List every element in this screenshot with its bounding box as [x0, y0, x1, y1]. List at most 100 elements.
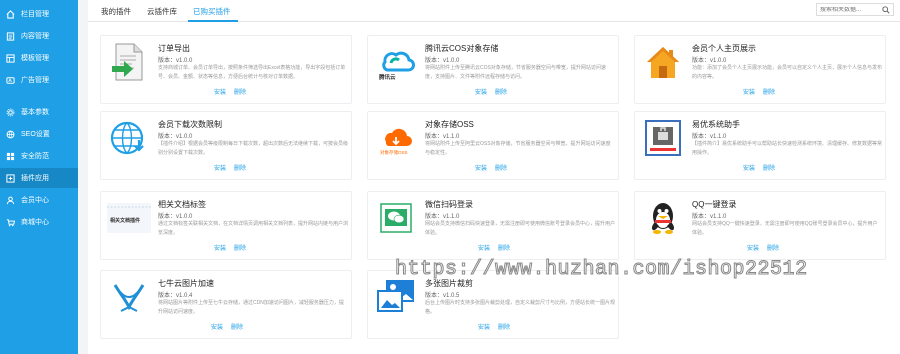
delete-button[interactable]: 删除	[763, 87, 775, 96]
sidebar-item-shop[interactable]: 商城中心	[0, 212, 78, 232]
ad-icon	[6, 76, 15, 85]
sidebar-item-members[interactable]: 会员中心	[0, 190, 78, 210]
sidebar-item-basic-params[interactable]: 基本参数	[0, 102, 78, 122]
plugin-card: 易优系统助手 版本：v1.1.0 【插件简介】易优系统助手可以帮助站长快速检测系…	[634, 111, 886, 180]
plugin-version: 版本：v1.1.0	[425, 134, 460, 140]
icon-caption: 腾讯云	[379, 75, 396, 81]
plugin-version: 版本：v1.0.5	[425, 293, 460, 299]
plugin-actions: 安装 删除	[743, 87, 775, 96]
plugin-title: 腾讯云COS对象存储	[425, 44, 499, 53]
export-doc-icon	[107, 40, 151, 84]
install-button[interactable]: 安装	[214, 243, 226, 252]
delete-button[interactable]: 删除	[495, 87, 507, 96]
sidebar-item-ads[interactable]: 广告管理	[0, 70, 78, 90]
install-button[interactable]: 安装	[743, 87, 755, 96]
sidebar: 栏目管理 内容管理 模板管理 广告管理 基本参数 SEO设置 安全防范 插件应用…	[0, 0, 78, 354]
tab-bar: 我的插件 云插件库 已购买插件	[88, 0, 900, 22]
plugin-description: 功能：添加了会员个人主页展示功能，会员可以自定义个人主页，展示个人信息与发布的内…	[692, 65, 882, 80]
install-button[interactable]: 安装	[475, 87, 487, 96]
plugin-version: 版本：v1.1.0	[692, 134, 727, 140]
plugin-card: 多张图片裁剪 版本：v1.0.5 后台上传图片时支持多张图片裁剪处理，自定义裁剪…	[367, 270, 619, 339]
template-icon	[6, 53, 15, 63]
plugin-title: 对象存储OSS	[425, 120, 474, 129]
search-input[interactable]	[820, 6, 882, 13]
plugin-version: 版本：v1.0.0	[158, 58, 193, 64]
sidebar-item-label: 商城中心	[21, 219, 49, 226]
delete-button[interactable]: 删除	[763, 163, 775, 172]
plugin-description: 支持商城订单、会员订单导出，按照条件筛选导出Excel表格功能，导出字段包括订单…	[158, 65, 346, 80]
delete-button[interactable]: 删除	[498, 322, 510, 331]
home-house-icon	[641, 40, 685, 84]
plugin-actions: 安装 删除	[743, 163, 775, 172]
plugin-title: QQ一键登录	[692, 200, 737, 209]
sidebar-item-label: 栏目管理	[21, 11, 49, 18]
image-crop-icon	[374, 275, 418, 319]
tab-my-plugins[interactable]: 我的插件	[101, 6, 131, 17]
plugin-description: 后台上传图片时支持多张图片裁剪处理，自定义裁剪尺寸与比例，方便站长统一图片规格。	[425, 300, 615, 315]
sidebar-item-templates[interactable]: 模板管理	[0, 48, 78, 68]
tencent-cloud-icon: 腾讯云	[374, 40, 418, 84]
plugin-card: QQ一键登录 版本：v1.1.0 网站会员支持QQ一键快速登录，无需注册即可使用…	[634, 191, 886, 260]
plugin-actions: 安装 删除	[214, 87, 246, 96]
related-tags-icon: 相关文档插件	[107, 196, 151, 240]
install-button[interactable]: 安装	[747, 243, 759, 252]
delete-button[interactable]: 删除	[234, 243, 246, 252]
delete-button[interactable]: 删除	[495, 163, 507, 172]
aliyun-oss-icon: 对象存储OSS	[374, 116, 418, 160]
delete-button[interactable]: 删除	[231, 322, 243, 331]
plugin-actions: 安装 删除	[211, 322, 243, 331]
install-button[interactable]: 安装	[214, 163, 226, 172]
sidebar-item-label: 广告管理	[21, 77, 49, 84]
home-icon	[6, 9, 15, 19]
sidebar-item-seo[interactable]: SEO设置	[0, 124, 78, 144]
plugin-card: 微信扫码登录 版本：v1.1.0 网站会员支持微信扫码快速登录，无需注册即可使用…	[367, 191, 619, 260]
plugin-description: 通过文档标签关联相关文档，在文档详情页调用相关文档列表，提升网站内链与用户浏览深…	[158, 221, 348, 236]
plugin-actions: 安装 删除	[214, 163, 246, 172]
plugin-description: 网站会员支持微信扫码快速登录，无需注册即可使用微信账号登录会员中心，提升用户体验…	[425, 221, 615, 236]
install-button[interactable]: 安装	[743, 163, 755, 172]
sidebar-item-columns[interactable]: 栏目管理	[0, 4, 78, 24]
main-panel: 我的插件 云插件库 已购买插件 订单导出 版本：v1.0.0 支持商城订单、会员…	[88, 0, 900, 354]
plugin-version: 版本：v1.0.0	[158, 214, 193, 220]
shop-icon	[6, 218, 15, 227]
install-button[interactable]: 安装	[211, 322, 223, 331]
plugin-icon	[6, 173, 15, 183]
delete-button[interactable]: 删除	[498, 243, 510, 252]
plugin-actions: 安装 删除	[475, 87, 507, 96]
plugin-title: 微信扫码登录	[425, 200, 473, 209]
delete-button[interactable]: 删除	[234, 163, 246, 172]
plugin-version: 版本：v1.1.0	[425, 214, 460, 220]
plugin-actions: 安装 删除	[747, 243, 779, 252]
plugin-version: 版本：v1.0.0	[425, 58, 460, 64]
system-helper-icon	[641, 116, 685, 160]
plugin-description: 【插件介绍】根据会员等级限制每日下载次数，超出次数后无法继续下载，可按会员级别分…	[158, 141, 348, 156]
plugin-title: 易优系统助手	[692, 120, 740, 129]
globe-download-icon	[107, 116, 151, 160]
active-tab-indicator	[188, 20, 238, 22]
plugin-version: 版本：v1.0.4	[158, 293, 193, 299]
sidebar-item-security[interactable]: 安全防范	[0, 146, 78, 166]
sidebar-item-plugins[interactable]: 插件应用	[0, 168, 78, 188]
install-button[interactable]: 安装	[478, 243, 490, 252]
sidebar-item-label: 会员中心	[21, 197, 49, 204]
install-button[interactable]: 安装	[478, 322, 490, 331]
plugin-card: 七牛云图片加速 版本：v1.0.4 将网站图片等附件上传至七牛云存储，通过CDN…	[100, 270, 352, 339]
search-icon[interactable]	[882, 6, 890, 14]
tab-purchased-plugins[interactable]: 已购买插件	[193, 6, 231, 17]
icon-caption: 对象存储OSS	[380, 150, 408, 155]
sidebar-item-content[interactable]: 内容管理	[0, 26, 78, 46]
search-box	[816, 3, 894, 16]
plugin-description: 将网站图片等附件上传至七牛云存储，通过CDN加速访问图片，减轻服务器压力，提升网…	[158, 300, 344, 315]
delete-button[interactable]: 删除	[234, 87, 246, 96]
qiniu-cloud-icon	[107, 275, 151, 319]
plugin-description: 将网站附件上传至阿里云OSS对象存储，节省服务器空间与带宽，提升网站访问速度与稳…	[425, 141, 611, 156]
document-icon	[6, 31, 15, 41]
install-button[interactable]: 安装	[475, 163, 487, 172]
install-button[interactable]: 安装	[214, 87, 226, 96]
sidebar-item-label: 内容管理	[21, 33, 49, 40]
plugin-title: 相关文档标签	[158, 200, 206, 209]
tab-cloud-plugins[interactable]: 云插件库	[147, 6, 177, 17]
delete-button[interactable]: 删除	[767, 243, 779, 252]
plugin-version: 版本：v1.0.0	[692, 58, 727, 64]
gear-icon	[6, 108, 15, 117]
